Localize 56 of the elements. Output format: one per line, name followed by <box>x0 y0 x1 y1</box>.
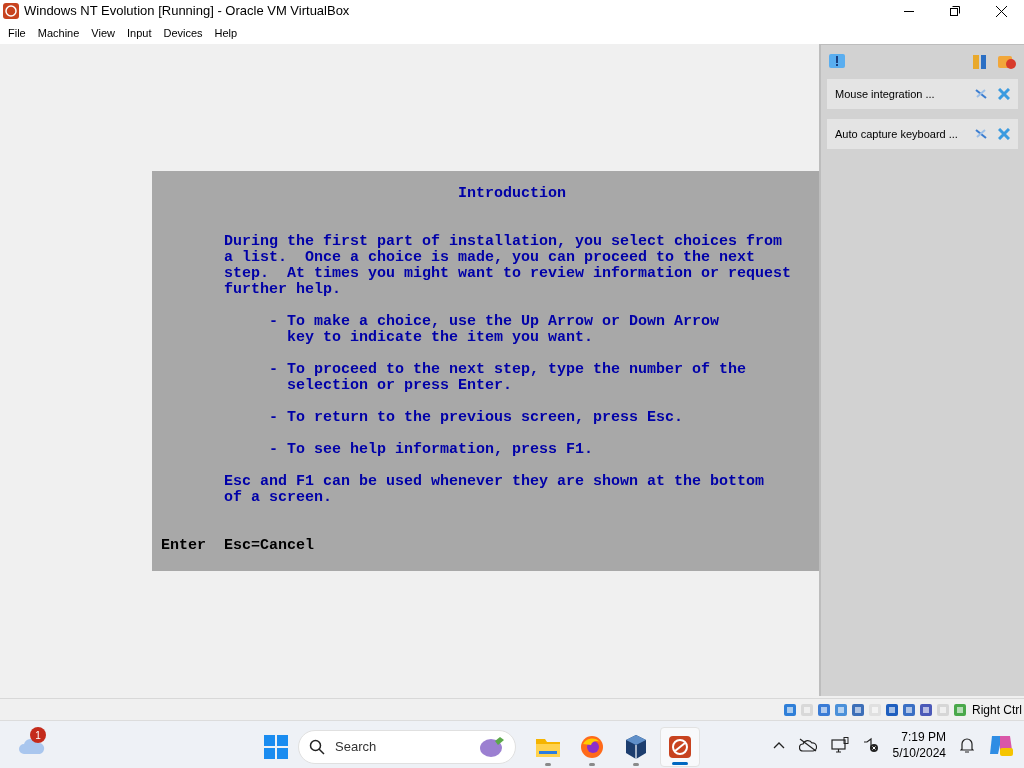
cloud-off-icon[interactable] <box>798 737 817 752</box>
menu-item[interactable]: Devices <box>157 24 209 42</box>
folder-icon <box>535 736 561 758</box>
cloud-icon[interactable] <box>18 737 46 755</box>
warning-icon[interactable] <box>828 53 846 71</box>
device-status-icon[interactable] <box>851 702 865 717</box>
clock-date[interactable]: 5/10/2024 <box>892 744 946 761</box>
device-status-icon[interactable] <box>817 702 831 717</box>
minimize-icon <box>904 10 914 12</box>
windows-icon[interactable] <box>262 733 290 761</box>
search-input[interactable]: Search <box>335 737 455 757</box>
maximize-icon <box>950 6 960 16</box>
bullet-dash: - <box>269 442 279 458</box>
speaker-muted-icon[interactable] <box>862 736 879 753</box>
device-status-icon[interactable] <box>834 702 848 717</box>
bell-icon[interactable] <box>960 736 974 753</box>
bullet-text: To see help information, press F1. <box>287 442 594 458</box>
device-status-icon[interactable] <box>919 702 933 717</box>
search-field[interactable]: Search <box>298 730 516 764</box>
paragraph: Esc and F1 can be used whenever they are shown at the bottom of a screen. <box>224 474 765 506</box>
bullet-text: To make a choice, use the Up Arrow or Down Arrow key to indicate the item you want. <box>287 314 720 346</box>
bullet-dash: - <box>269 314 279 332</box>
browser-icon <box>580 735 604 759</box>
paragraph: During the first part of installation, you select choices from a list. Once a choice is made, you can proceed to the next step. At times you might want to review information or request further help. <box>224 234 792 298</box>
menu-item[interactable]: View <box>85 24 121 42</box>
screen-title: Introduction <box>458 186 566 202</box>
menu-item[interactable]: Machine <box>31 24 86 42</box>
close-icon <box>995 5 1007 17</box>
bullet-text: To proceed to the next step, type the number of the selection or press Enter. <box>287 362 747 394</box>
monitor-icon[interactable] <box>830 736 849 753</box>
device-status-icon[interactable] <box>902 702 916 717</box>
menu-item[interactable]: Input <box>120 24 158 42</box>
app-icon <box>3 3 19 19</box>
device-status-icon[interactable] <box>885 702 899 717</box>
window-title: Windows NT Evolution [Running] - Oracle VM VirtualBox <box>24 2 350 21</box>
key-hint: Enter <box>161 538 206 554</box>
close-icon[interactable] <box>998 88 1010 100</box>
taskbar-app[interactable] <box>660 727 700 767</box>
bullet-dash: - <box>269 362 279 380</box>
search-icon <box>309 739 325 755</box>
notice-text: Mouse integration ... <box>835 86 935 102</box>
bullet-text: To return to the previous screen, press Esc. <box>287 410 684 426</box>
close-icon[interactable] <box>998 128 1010 140</box>
key-hint: Esc=Cancel <box>224 538 315 554</box>
host-key-label: Right Ctrl <box>972 701 1022 719</box>
menu-item[interactable]: Help <box>208 24 244 42</box>
notice-text: Auto capture keyboard ... <box>835 126 958 142</box>
cube-icon <box>624 734 648 760</box>
app-icon <box>668 735 692 759</box>
chevron-up-icon[interactable] <box>772 740 785 749</box>
menu-item[interactable]: File <box>2 24 32 42</box>
notification-badge: 1 <box>30 727 46 743</box>
device-status-icon[interactable] <box>783 702 797 717</box>
device-status-icon[interactable] <box>953 702 967 717</box>
bullet-dash: - <box>269 410 279 426</box>
clock-time[interactable]: 7:19 PM <box>901 728 946 745</box>
